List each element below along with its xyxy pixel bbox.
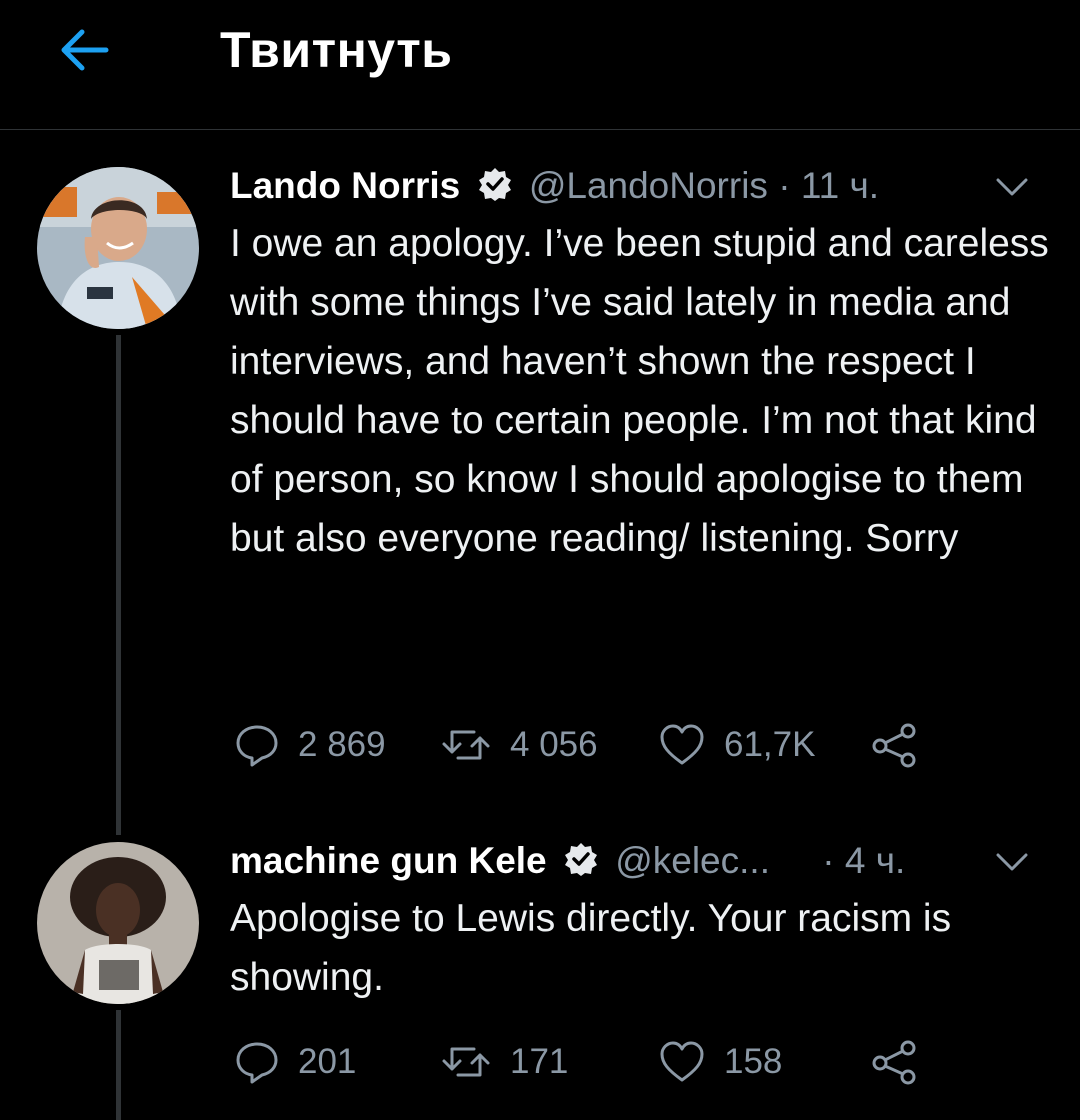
like-count: 158	[724, 1042, 783, 1081]
like-button[interactable]: 158	[658, 1032, 782, 1092]
chevron-down-icon[interactable]	[992, 843, 1032, 879]
retweet-count: 4 056	[510, 725, 598, 764]
page-title: Твитнуть	[220, 22, 453, 78]
retweet-button[interactable]: 4 056	[440, 715, 598, 775]
like-count: 61,7K	[724, 725, 816, 764]
back-button[interactable]	[52, 22, 116, 78]
heart-icon	[660, 1041, 704, 1082]
author-name[interactable]: machine gun Kele	[230, 840, 547, 881]
thread-line	[116, 335, 121, 835]
arrow-left-icon	[61, 29, 109, 71]
share-icon	[872, 723, 916, 768]
separator-dot: ·	[822, 840, 835, 881]
author-handle[interactable]: @LandoNorris	[529, 165, 768, 206]
share-button[interactable]	[870, 715, 920, 775]
chevron-down-icon[interactable]	[992, 168, 1032, 204]
like-button[interactable]: 61,7K	[658, 715, 815, 775]
retweet-icon	[442, 730, 490, 760]
retweet-icon	[442, 1047, 490, 1077]
retweet-count: 171	[510, 1042, 569, 1081]
reply-count: 201	[298, 1042, 357, 1081]
separator-dot: ·	[778, 165, 791, 206]
tweet[interactable]: Lando Norris @LandoNorris · 11 ч. I owe …	[0, 160, 1080, 835]
heart-icon	[660, 724, 704, 765]
timestamp[interactable]: 4 ч.	[845, 840, 905, 881]
verified-badge-icon	[477, 164, 513, 216]
tweet-content: machine gun Kele @kelec... · 4 ч. Apolog…	[230, 835, 1050, 1007]
reply-button[interactable]: 201	[234, 1032, 356, 1092]
tweet-actions: 2 869 4 056 61,7K	[234, 715, 954, 775]
author-handle[interactable]: @kelec...	[615, 840, 770, 881]
timestamp[interactable]: 11 ч.	[801, 165, 879, 206]
tweet[interactable]: machine gun Kele @kelec... · 4 ч. Apolog…	[0, 835, 1080, 1120]
author-name[interactable]: Lando Norris	[230, 165, 460, 206]
share-icon	[872, 1040, 916, 1085]
tweet-text: Apologise to Lewis directly. Your racism…	[230, 897, 952, 999]
reply-icon	[236, 725, 278, 767]
avatar[interactable]	[37, 167, 199, 329]
tweet-text: I owe an apology. I’ve been stupid and c…	[230, 222, 1049, 560]
verified-badge-icon	[563, 839, 599, 891]
thread-line	[116, 1010, 121, 1120]
avatar[interactable]	[37, 842, 199, 1004]
tweet-content: Lando Norris @LandoNorris · 11 ч. I owe …	[230, 160, 1050, 568]
share-button[interactable]	[870, 1032, 920, 1092]
reply-count: 2 869	[298, 725, 386, 764]
tweet-header: machine gun Kele @kelec... · 4 ч.	[230, 835, 1050, 887]
reply-icon	[236, 1042, 278, 1084]
retweet-button[interactable]: 171	[440, 1032, 568, 1092]
tweet-actions: 201 171 158	[234, 1032, 954, 1092]
tweet-header: Lando Norris @LandoNorris · 11 ч.	[230, 160, 1050, 212]
reply-button[interactable]: 2 869	[234, 715, 386, 775]
top-bar: Твитнуть	[0, 0, 1080, 130]
